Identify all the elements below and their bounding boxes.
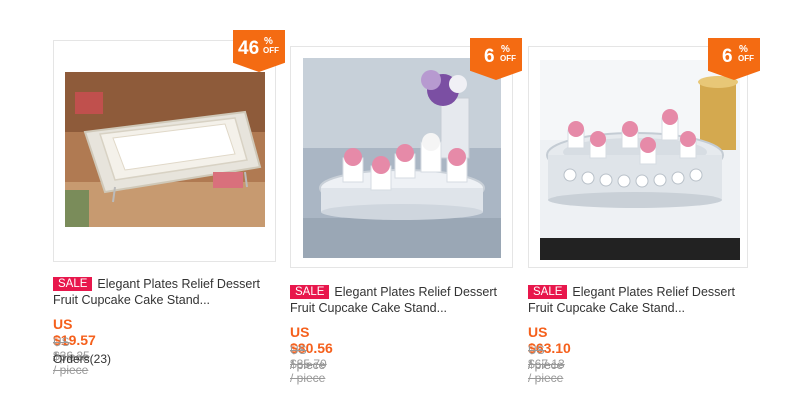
- original-price: US $67.13 / piece: [528, 343, 565, 385]
- product-title[interactable]: SALE Elegant Plates Relief Dessert Fruit …: [290, 284, 510, 316]
- product-image[interactable]: [303, 58, 501, 258]
- product-image[interactable]: [65, 72, 265, 227]
- discount-value: 6: [484, 46, 495, 67]
- orders-count: Orders(23): [53, 352, 112, 366]
- sale-tag: SALE: [290, 285, 330, 299]
- product-title[interactable]: SALE Elegant Plates Relief Dessert Fruit …: [53, 276, 273, 308]
- discount-value: 6: [722, 46, 733, 67]
- discount-value: 46: [238, 38, 260, 59]
- sale-tag: SALE: [528, 285, 568, 299]
- product-image[interactable]: [540, 60, 740, 260]
- sale-tag: SALE: [53, 277, 93, 291]
- discount-off-label: OFF: [500, 54, 516, 63]
- product-title[interactable]: SALE Elegant Plates Relief Dessert Fruit …: [528, 284, 748, 316]
- original-price: US $85.70 / piece: [290, 343, 327, 385]
- discount-off-label: OFF: [738, 54, 754, 63]
- discount-off-label: OFF: [263, 46, 279, 55]
